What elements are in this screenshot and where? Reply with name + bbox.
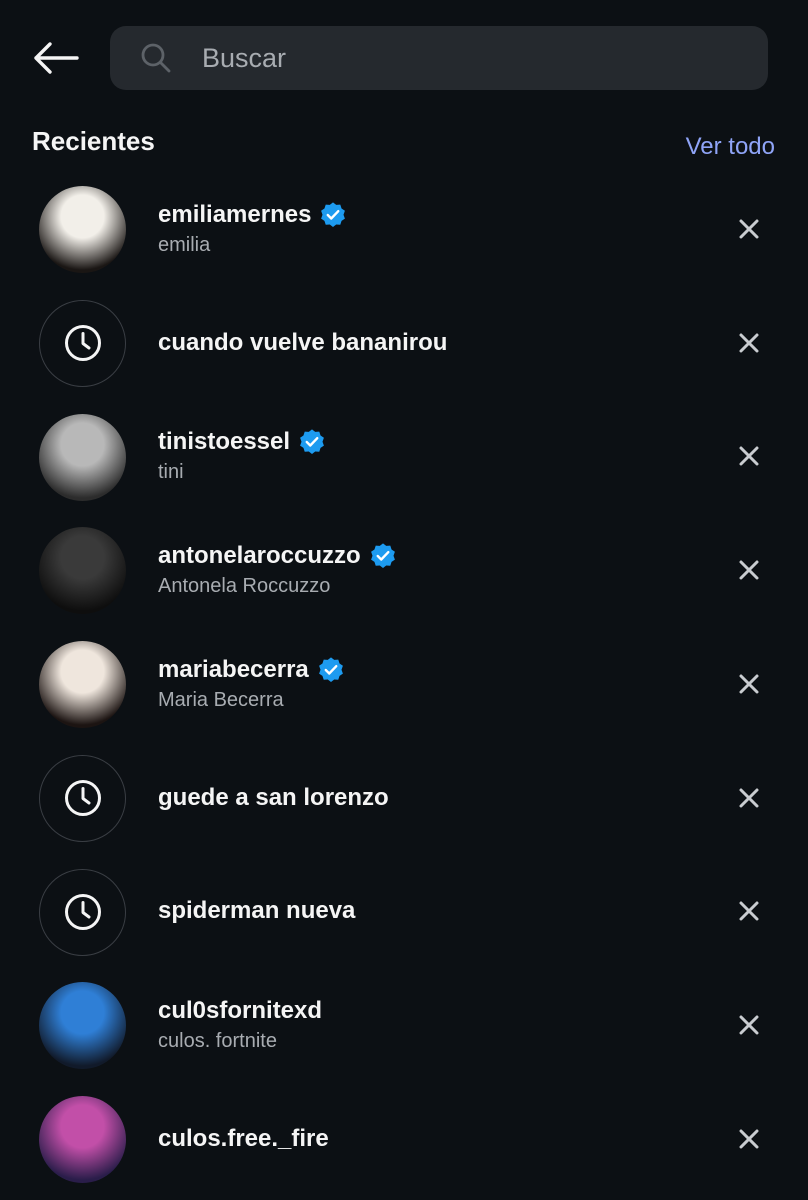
remove-recent-button[interactable] [734,441,764,471]
remove-recent-button[interactable] [734,896,764,926]
arrow-left-icon [34,42,79,74]
recent-search-row[interactable]: spiderman nueva [0,855,808,969]
display-name: emilia [158,233,211,256]
recent-account-row[interactable]: tinistoessel tini [0,400,808,514]
row-text: cul0sfornitexd culos. fortnite [158,968,322,1082]
avatar [39,641,126,728]
history-avatar [39,754,126,842]
row-text: spiderman nueva [158,855,355,969]
search-query: spiderman nueva [158,897,356,925]
primary-line: tinistoessel [158,427,326,457]
row-text: culos.free._fire [158,1082,329,1196]
avatar [39,413,126,501]
username: cul0sfornitexd [158,997,323,1025]
primary-line: emiliamernes [158,200,347,230]
remove-recent-button[interactable] [734,783,764,813]
clock-icon [63,892,103,932]
close-icon [738,445,760,467]
recent-search-row[interactable]: guede a san lorenzo [0,741,808,855]
search-bar[interactable] [110,26,768,90]
recent-account-row[interactable]: mariabecerra Maria Becerra [0,627,808,741]
verified-badge-icon [317,656,345,684]
close-icon [738,332,760,354]
username: mariabecerra [158,655,309,683]
row-text: guede a san lorenzo [158,741,389,855]
remove-recent-button[interactable] [734,328,764,358]
verified-badge-icon [369,542,397,570]
recent-account-row[interactable]: culos.free._fire [0,1082,808,1196]
row-text: emiliamernes emilia [158,172,347,286]
row-text: mariabecerra Maria Becerra [158,627,345,741]
avatar [39,527,126,615]
primary-line: antonelaroccuzzo [158,541,397,571]
verified-badge-icon [298,428,326,456]
close-icon [738,900,760,922]
recents-title: Recientes [32,126,155,156]
verified-badge-icon [319,201,347,229]
avatar [39,1096,126,1183]
back-button[interactable] [30,38,80,78]
username: tinistoessel [158,428,291,456]
search-query: guede a san lorenzo [158,783,389,811]
recent-account-row[interactable]: cul0sfornitexd culos. fortnite [0,968,808,1082]
avatar [39,186,126,273]
primary-line: guede a san lorenzo [158,783,389,813]
clock-icon [63,323,103,363]
username: culos.free._fire [158,1124,329,1152]
row-text: cuando vuelve bananirou [158,286,447,400]
username: emiliamernes [158,200,312,228]
see-all-link[interactable]: Ver todo [686,133,775,161]
history-avatar [39,868,126,956]
close-icon [738,673,760,695]
remove-recent-button[interactable] [734,214,764,244]
recent-account-row[interactable]: antonelaroccuzzo Antonela Roccuzzo [0,513,808,627]
close-icon [738,1128,760,1150]
close-icon [738,787,760,809]
search-query: cuando vuelve bananirou [158,328,448,356]
remove-recent-button[interactable] [734,1010,764,1040]
recents-list: emiliamernes emilia cuando vuelve bananiro… [0,172,808,1196]
history-avatar [39,299,126,387]
primary-line: spiderman nueva [158,896,355,926]
display-name: Maria Becerra [158,688,284,711]
recent-account-row[interactable]: emiliamernes emilia [0,172,808,286]
username: antonelaroccuzzo [158,542,361,570]
search-icon [140,41,174,75]
primary-line: cul0sfornitexd [158,996,322,1026]
close-icon [738,559,760,581]
remove-recent-button[interactable] [734,1124,764,1154]
primary-line: cuando vuelve bananirou [158,328,447,358]
display-name: tini [158,461,184,484]
search-screen: Recientes Ver todo emiliamernes emilia cua… [0,0,808,1200]
remove-recent-button[interactable] [734,669,764,699]
close-icon [738,1014,760,1036]
search-input[interactable] [202,26,768,90]
recent-search-row[interactable]: cuando vuelve bananirou [0,286,808,400]
primary-line: mariabecerra [158,655,345,685]
primary-line: culos.free._fire [158,1124,329,1154]
row-text: tinistoessel tini [158,400,326,514]
remove-recent-button[interactable] [734,555,764,585]
close-icon [738,218,760,240]
clock-icon [63,778,103,818]
row-text: antonelaroccuzzo Antonela Roccuzzo [158,513,397,627]
display-name: Antonela Roccuzzo [158,575,331,598]
display-name: culos. fortnite [158,1030,277,1053]
avatar [39,982,126,1070]
